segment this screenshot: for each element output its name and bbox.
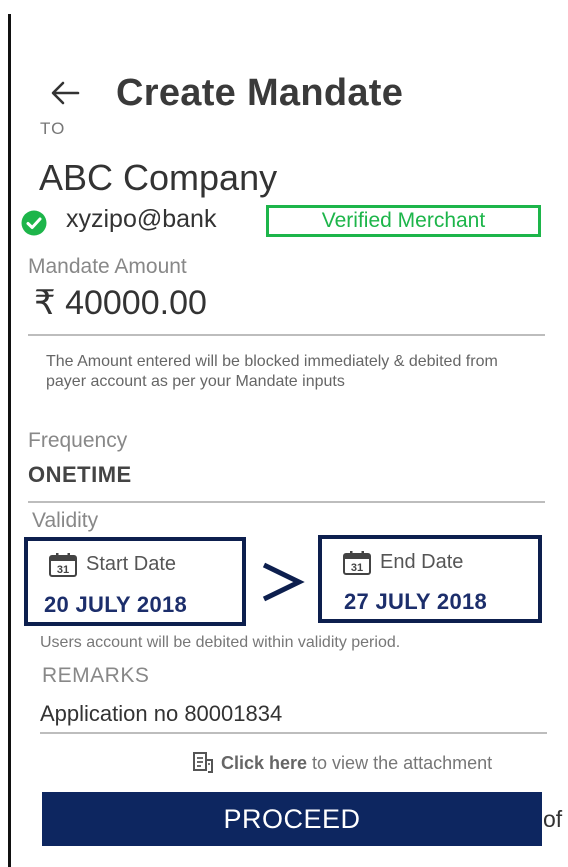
frequency-divider bbox=[28, 501, 545, 503]
mandate-amount-value: ₹ 40000.00 bbox=[34, 284, 207, 322]
arrow-left-icon[interactable] bbox=[50, 80, 80, 106]
trailing-text: of bbox=[543, 806, 563, 832]
remarks-divider bbox=[40, 732, 547, 734]
document-icon bbox=[193, 752, 213, 773]
chevron-right-icon bbox=[262, 562, 305, 602]
left-border-line bbox=[8, 14, 11, 867]
mandate-amount-label: Mandate Amount bbox=[28, 255, 187, 278]
verified-merchant-badge: Verified Merchant bbox=[266, 205, 541, 237]
view-attachment-link[interactable]: Click here to view the attachment bbox=[191, 751, 492, 775]
start-date-caption: Start Date bbox=[86, 553, 177, 575]
end-date-value: 27 JULY 2018 bbox=[344, 589, 488, 614]
start-date-value: 20 JULY 2018 bbox=[44, 592, 188, 617]
attachment-link-text[interactable]: to view the attachment bbox=[312, 753, 492, 774]
calendar-icon: 31 bbox=[49, 553, 77, 577]
calendar-icon-day: 31 bbox=[57, 564, 69, 576]
calendar-icon: 31 bbox=[343, 551, 371, 575]
page-title: Create Mandate bbox=[116, 72, 404, 114]
check-circle-icon bbox=[21, 210, 47, 236]
calendar-icon-day: 31 bbox=[351, 562, 363, 574]
end-date-box[interactable]: 31 End Date 27 JULY 2018 bbox=[318, 535, 542, 623]
amount-divider bbox=[28, 334, 545, 336]
amount-note: The Amount entered will be blocked immed… bbox=[46, 353, 498, 390]
frequency-label: Frequency bbox=[28, 429, 128, 452]
attachment-link-strong[interactable]: Click here bbox=[221, 753, 307, 774]
validity-label: Validity bbox=[32, 509, 99, 532]
remarks-value: Application no 80001834 bbox=[40, 701, 283, 726]
payee-vpa: xyzipo@bank bbox=[66, 205, 217, 233]
payee-name: ABC Company bbox=[39, 157, 278, 198]
remarks-label: REMARKS bbox=[42, 664, 150, 687]
end-date-caption: End Date bbox=[380, 551, 464, 573]
validity-note: Users account will be debited within val… bbox=[40, 634, 401, 651]
proceed-button[interactable]: PROCEED bbox=[42, 792, 542, 846]
start-date-box[interactable]: 31 Start Date 20 JULY 2018 bbox=[24, 537, 246, 626]
to-label: TO bbox=[40, 119, 66, 138]
frequency-value: ONETIME bbox=[28, 462, 132, 487]
